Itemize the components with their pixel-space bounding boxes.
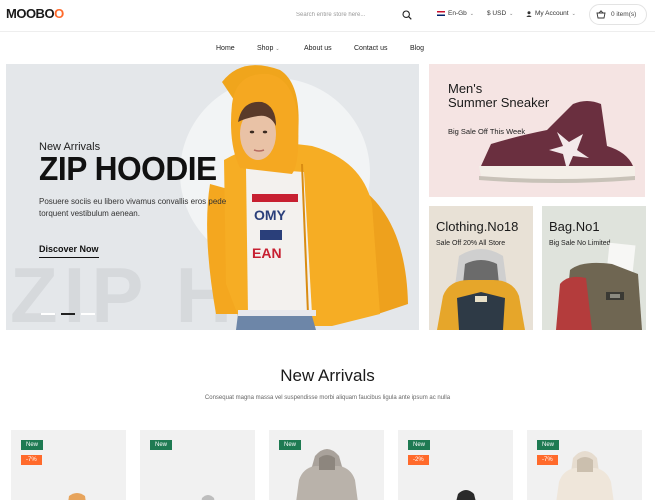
account-menu[interactable]: My Account ⌄	[526, 10, 576, 17]
uk-flag-icon	[437, 11, 445, 16]
new-arrivals-title: New Arrivals	[280, 366, 375, 385]
promo-clothing-title: Clothing.No18	[436, 219, 519, 234]
product-image	[456, 490, 476, 500]
search-icon[interactable]	[402, 10, 412, 20]
nav-home[interactable]: Home	[216, 45, 235, 52]
store-logo[interactable]: MOOBOO	[6, 6, 64, 21]
nav-contact[interactable]: Contact us	[354, 45, 387, 52]
user-icon	[526, 10, 532, 17]
search-bar	[290, 6, 416, 24]
new-arrivals-description: Consequat magna massa vel suspendisse mo…	[204, 395, 451, 401]
promo-clothing-banner[interactable]: Clothing.No18 Sale Off 20% All Store	[429, 206, 533, 330]
logo-text: MOOBO	[6, 6, 55, 21]
product-image	[68, 493, 86, 500]
basket-icon	[596, 10, 606, 19]
language-label: En-Gb	[448, 10, 467, 17]
promo-bag-banner[interactable]: Bag.No1 Big Sale No Limited	[542, 206, 646, 330]
product-image	[296, 449, 358, 500]
nav-blog[interactable]: Blog	[410, 45, 424, 52]
promo-bag-title: Bag.No1	[549, 219, 600, 234]
product-card[interactable]: New -7%	[527, 430, 642, 500]
hero-title: ZIP HOODIE	[39, 150, 217, 187]
promo-sneaker-banner[interactable]: Men's Summer Sneaker Big Sale Off This W…	[429, 64, 645, 197]
product-card[interactable]: New -2%	[398, 430, 513, 500]
cart-button[interactable]: 0 item(s)	[589, 4, 647, 25]
site-header: MOOBOO En-Gb ⌄ $ USD ⌄ My Account ⌄ 0 it…	[0, 0, 655, 32]
logo-accent: O	[54, 6, 64, 21]
promo-title-line: Men's	[448, 81, 483, 96]
svg-text:OMY: OMY	[254, 207, 287, 223]
search-input[interactable]	[290, 6, 390, 24]
product-card[interactable]: New	[140, 430, 255, 500]
chevron-down-icon: ⌄	[275, 46, 280, 52]
bag-image	[556, 242, 642, 330]
nav-shop-label: Shop	[257, 45, 274, 52]
hero-slider[interactable]: ZIP H OMY EAN New Arrivals ZIP HOODIE Po…	[6, 64, 419, 330]
jacket-image	[437, 249, 525, 330]
discover-now-button[interactable]: Discover Now	[39, 244, 99, 258]
currency-label: $ USD	[487, 10, 507, 17]
account-label: My Account	[535, 10, 569, 17]
product-image	[556, 451, 614, 500]
product-card[interactable]: New -7%	[11, 430, 126, 500]
sneaker-image	[479, 101, 635, 183]
language-selector[interactable]: En-Gb ⌄	[437, 10, 474, 17]
product-image	[201, 495, 215, 500]
currency-selector[interactable]: $ USD ⌄	[487, 10, 513, 17]
product-card[interactable]: New	[269, 430, 384, 500]
slider-pagination	[41, 313, 95, 315]
svg-text:EAN: EAN	[252, 245, 282, 261]
hero-description: Posuere sociis eu libero vivamus convall…	[39, 197, 227, 218]
nav-about[interactable]: About us	[304, 45, 332, 52]
chevron-down-icon: ⌄	[469, 10, 474, 17]
slider-dot-active[interactable]	[61, 313, 75, 315]
cart-count: 0 item(s)	[611, 11, 637, 18]
chevron-down-icon: ⌄	[509, 10, 514, 17]
nav-shop[interactable]: Shop ⌄	[257, 45, 280, 52]
chevron-down-icon: ⌄	[571, 10, 576, 17]
slider-dot[interactable]	[81, 313, 95, 315]
slider-dot[interactable]	[41, 313, 55, 315]
